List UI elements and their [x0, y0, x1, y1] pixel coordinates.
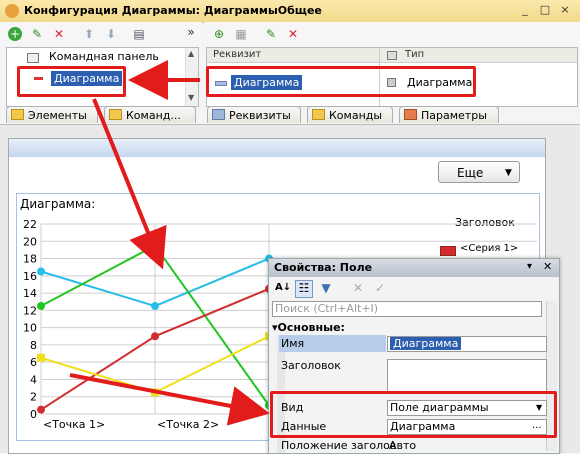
annotation-arrows [69, 60, 270, 426]
arrow-chart-to-properties [69, 373, 270, 426]
arrow-element-to-form [92, 98, 167, 270]
